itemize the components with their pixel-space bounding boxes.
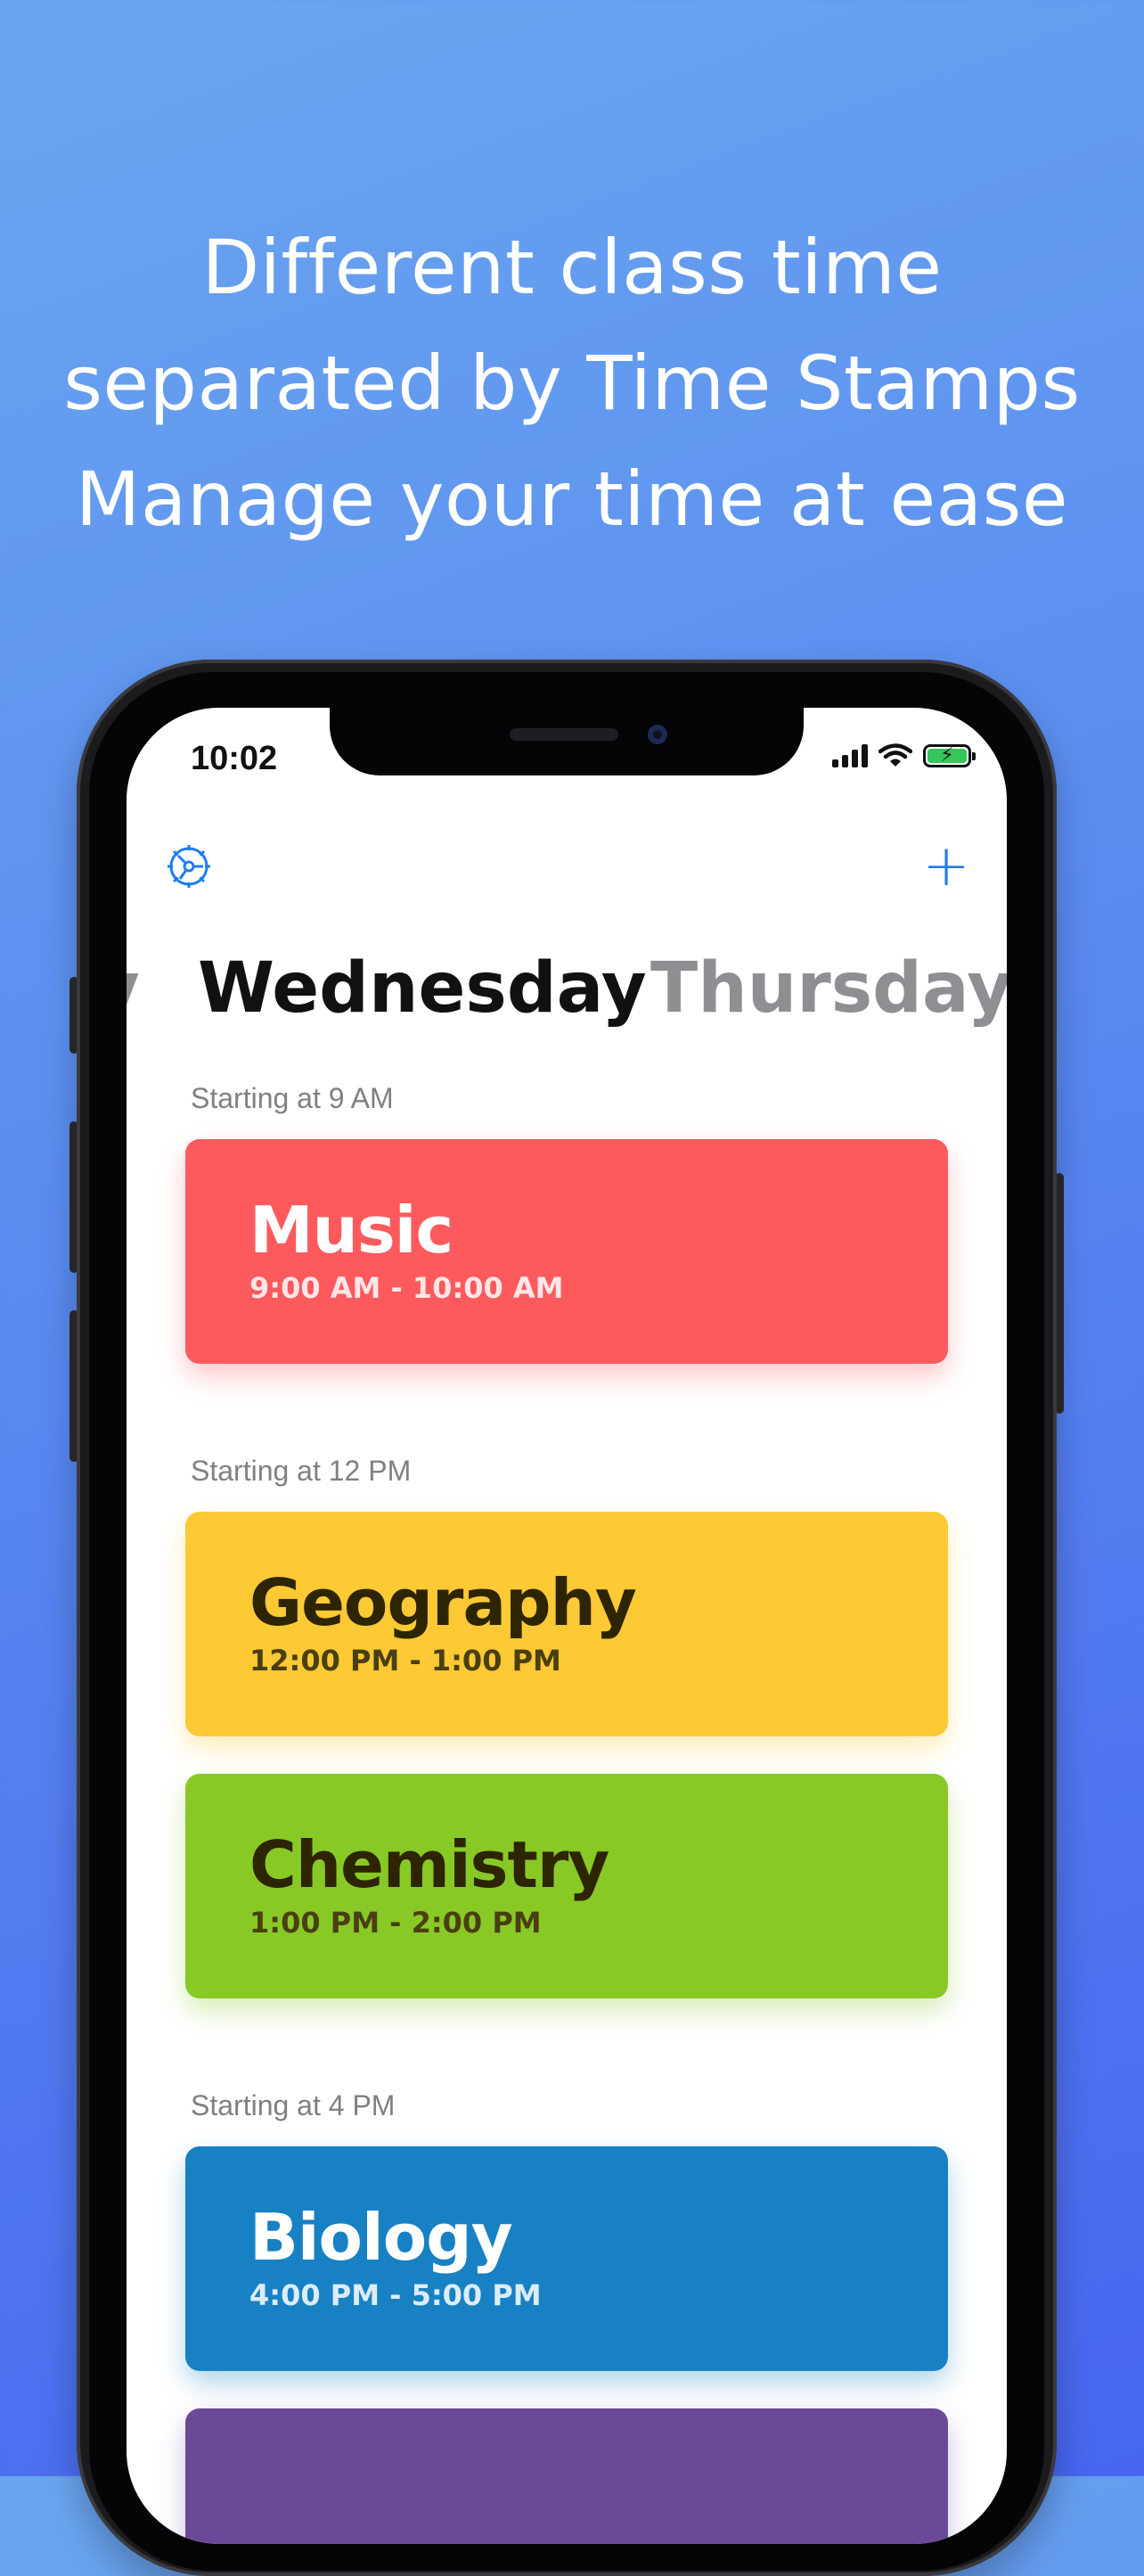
class-card-chemistry[interactable]: Chemistry 1:00 PM - 2:00 PM [185, 1774, 948, 1998]
headline-line-1: Different class time [201, 224, 943, 311]
status-time: 10:02 [191, 740, 278, 777]
class-card-geography[interactable]: Geography 12:00 PM - 1:00 PM [185, 1512, 948, 1736]
class-time-range: 4:00 PM - 5:00 PM [249, 2278, 542, 2312]
phone-screen: 10:02 ⚡ + Wednesday Thursday Starting at… [127, 708, 1007, 2544]
class-time-range: 1:00 PM - 2:00 PM [249, 1906, 542, 1940]
battery-charging-icon: ⚡ [923, 744, 976, 767]
cellular-signal-icon [832, 744, 868, 767]
headline-line-2: separated by Time Stamps [63, 340, 1081, 427]
plus-icon[interactable]: + [919, 838, 973, 895]
day-picker[interactable]: y Wednesday Thursday [127, 948, 1007, 1038]
class-time-range: 9:00 AM - 10:00 AM [249, 1271, 564, 1305]
class-card-music[interactable]: Music 9:00 AM - 10:00 AM [185, 1139, 948, 1364]
class-name: Chemistry [249, 1827, 609, 1902]
status-icons: ⚡ [832, 743, 976, 768]
class-name: Biology [249, 2200, 513, 2275]
day-next[interactable]: Thursday [650, 948, 1007, 1029]
class-name: Music [249, 1193, 454, 1267]
class-card-partial[interactable] [185, 2408, 948, 2544]
wifi-icon [878, 743, 912, 767]
day-previous[interactable]: y [127, 948, 140, 1029]
phone-notch [330, 708, 804, 775]
front-camera [648, 725, 667, 744]
section-label: Starting at 4 PM [191, 2089, 396, 2121]
gear-icon[interactable] [162, 840, 216, 893]
day-current[interactable]: Wednesday [198, 948, 647, 1029]
class-card-biology[interactable]: Biology 4:00 PM - 5:00 PM [185, 2146, 948, 2371]
class-time-range: 12:00 PM - 1:00 PM [249, 1644, 561, 1678]
headline-line-3: Manage your time at ease [75, 455, 1069, 543]
promo-headline: Different class time separated by Time S… [0, 209, 1144, 557]
section-label: Starting at 12 PM [191, 1455, 412, 1487]
earpiece-speaker [510, 728, 618, 741]
section-label: Starting at 9 AM [191, 1082, 394, 1114]
class-name: Geography [249, 1565, 637, 1640]
